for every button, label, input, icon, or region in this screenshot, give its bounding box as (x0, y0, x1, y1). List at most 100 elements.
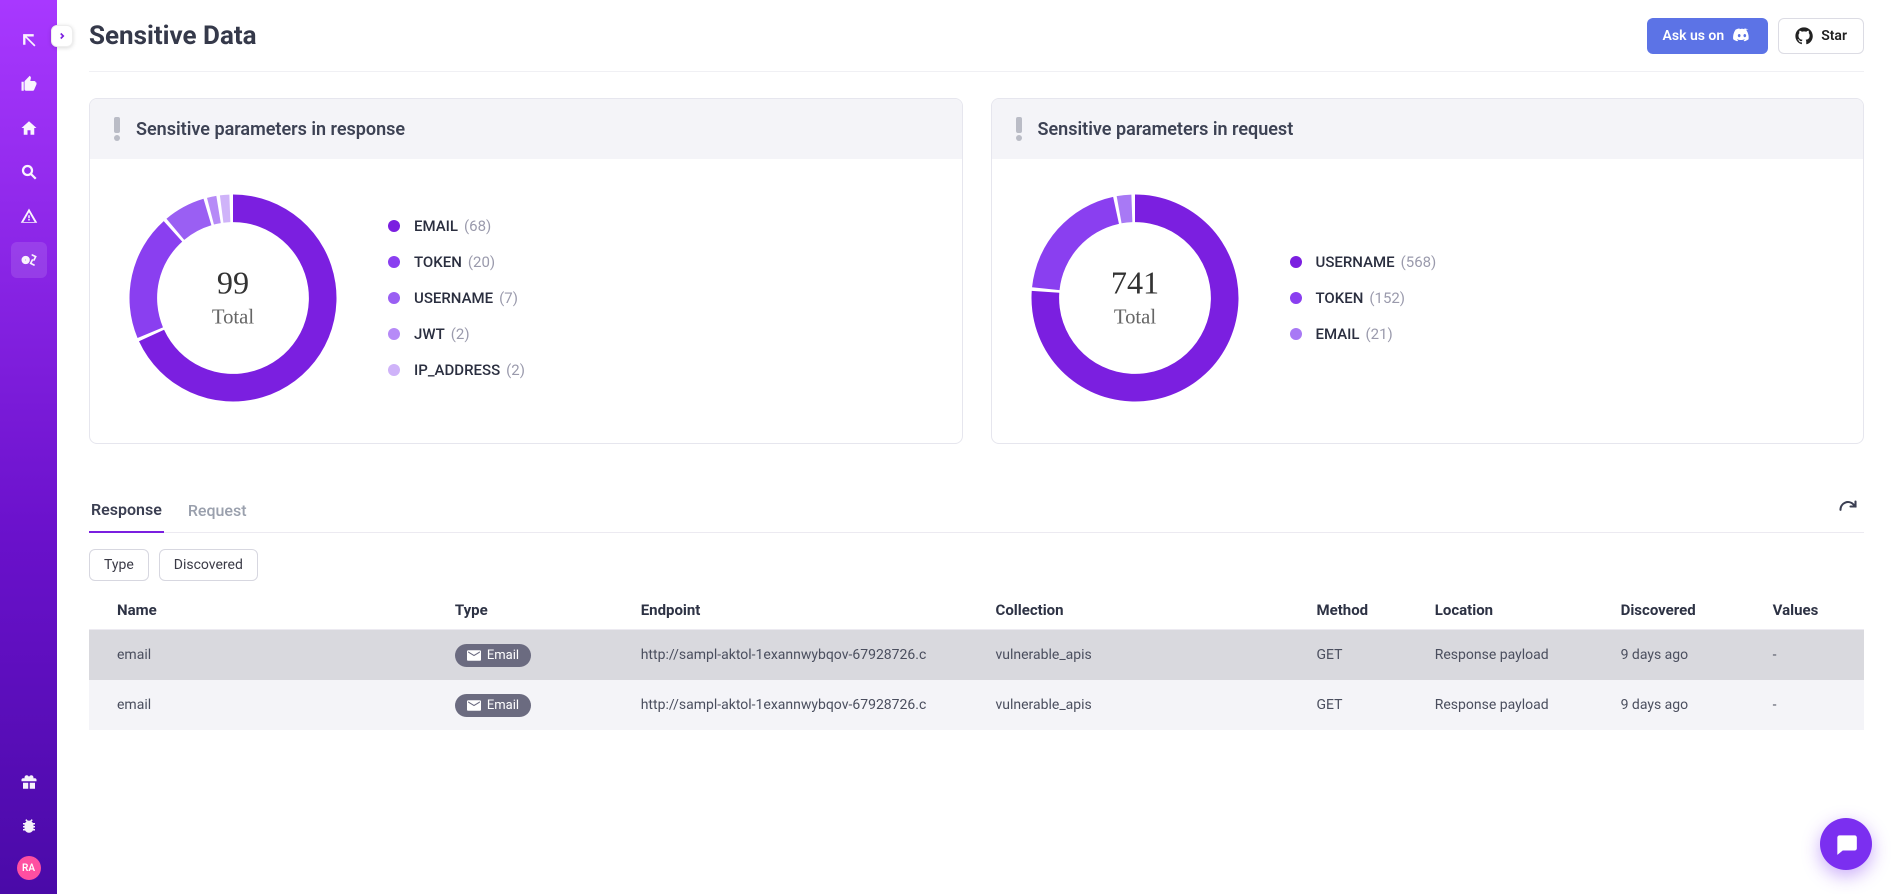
legend-item[interactable]: EMAIL (21) (1290, 325, 1840, 343)
cell-method: GET (1306, 647, 1424, 663)
legend-count: (568) (1401, 253, 1437, 271)
legend-count: (152) (1369, 289, 1405, 307)
tab-request[interactable]: Request (186, 491, 249, 532)
cell-discovered: 9 days ago (1611, 647, 1763, 663)
donut-request-label: Total (1113, 306, 1155, 328)
card-request-title: Sensitive parameters in request (1038, 119, 1294, 140)
legend-count: (21) (1366, 325, 1393, 343)
filter-type[interactable]: Type (89, 549, 149, 581)
col-name[interactable]: Name (107, 601, 445, 619)
legend-name: IP_ADDRESS (414, 361, 500, 379)
legend-dot (388, 292, 400, 304)
col-discovered[interactable]: Discovered (1611, 601, 1763, 619)
legend-dot (388, 256, 400, 268)
legend-count: (2) (451, 325, 470, 343)
cell-values: - (1763, 647, 1864, 663)
cell-location: Response payload (1425, 647, 1611, 663)
donut-response-label: Total (212, 306, 254, 328)
nav-home-icon[interactable] (11, 110, 47, 146)
legend-item[interactable]: EMAIL (68) (388, 217, 938, 235)
legend-dot (388, 328, 400, 340)
legend-name: USERNAME (1316, 253, 1395, 271)
donut-response: 99 Total (118, 183, 348, 413)
legend-name: TOKEN (414, 253, 462, 271)
nav-search-icon[interactable] (11, 154, 47, 190)
github-star-button[interactable]: Star (1778, 18, 1864, 54)
nav-sensitive-icon[interactable] (11, 242, 47, 278)
donut-slice[interactable] (1032, 197, 1119, 290)
legend-item[interactable]: TOKEN (152) (1290, 289, 1840, 307)
col-endpoint[interactable]: Endpoint (631, 601, 986, 619)
nav-bug-icon[interactable] (11, 808, 47, 844)
donut-response-total: 99 (217, 264, 249, 300)
legend-dot (388, 364, 400, 376)
col-location[interactable]: Location (1425, 601, 1611, 619)
nav-alert-icon[interactable] (11, 198, 47, 234)
cell-endpoint: http://sampl-aktol-1exannwybqov-67928726… (631, 647, 986, 663)
legend-dot (1290, 292, 1302, 304)
card-request-params: Sensitive parameters in request 741 Tota… (991, 98, 1865, 444)
discord-icon (1732, 28, 1752, 44)
col-values[interactable]: Values (1763, 601, 1864, 619)
exclamation-icon (1014, 117, 1022, 141)
tabs: Response Request (89, 490, 1864, 533)
page-title: Sensitive Data (89, 21, 257, 51)
donut-request: 741 Total (1020, 183, 1250, 413)
nav-thumbsup-icon[interactable] (11, 66, 47, 102)
user-avatar[interactable]: RA (17, 856, 41, 880)
exclamation-icon (112, 117, 120, 141)
legend-count: (20) (468, 253, 495, 271)
tab-response[interactable]: Response (89, 490, 164, 533)
legend-item[interactable]: IP_ADDRESS (2) (388, 361, 938, 379)
legend-name: EMAIL (1316, 325, 1360, 343)
legend-count: (2) (506, 361, 525, 379)
cell-method: GET (1306, 697, 1424, 713)
cell-location: Response payload (1425, 697, 1611, 713)
donut-slice[interactable] (130, 221, 183, 338)
cell-type: Email (445, 644, 631, 667)
donut-slice[interactable] (220, 195, 230, 223)
main-content: Sensitive Data Ask us on Star Sensitive … (57, 0, 1896, 894)
ask-discord-button[interactable]: Ask us on (1647, 18, 1769, 54)
legend-item[interactable]: TOKEN (20) (388, 253, 938, 271)
legend-name: JWT (414, 325, 445, 343)
mail-icon (467, 700, 481, 711)
table-body: email Email http://sampl-aktol-1exannwyb… (89, 629, 1864, 730)
legend-name: USERNAME (414, 289, 493, 307)
cell-discovered: 9 days ago (1611, 697, 1763, 713)
table-header: NameTypeEndpointCollectionMethodLocation… (89, 587, 1864, 629)
chat-widget-button[interactable] (1820, 818, 1872, 870)
sidebar: RA (0, 0, 57, 894)
legend-name: EMAIL (414, 217, 458, 235)
legend-name: TOKEN (1316, 289, 1364, 307)
table-row[interactable]: email Email http://sampl-aktol-1exannwyb… (89, 680, 1864, 730)
filter-discovered[interactable]: Discovered (159, 549, 258, 581)
cell-type: Email (445, 694, 631, 717)
col-method[interactable]: Method (1306, 601, 1424, 619)
cell-name: email (107, 697, 445, 713)
data-table: NameTypeEndpointCollectionMethodLocation… (89, 587, 1864, 730)
card-response-title: Sensitive parameters in response (136, 119, 405, 140)
legend-dot (1290, 256, 1302, 268)
legend-item[interactable]: JWT (2) (388, 325, 938, 343)
page-header: Sensitive Data Ask us on Star (89, 0, 1864, 72)
filter-bar: Type Discovered (89, 549, 1864, 581)
card-response-params: Sensitive parameters in response 99 Tota… (89, 98, 963, 444)
legend-item[interactable]: USERNAME (7) (388, 289, 938, 307)
legend-count: (7) (499, 289, 518, 307)
refresh-button[interactable] (1832, 493, 1864, 530)
mail-icon (467, 650, 481, 661)
cell-collection: vulnerable_apis (986, 697, 1307, 713)
col-collection[interactable]: Collection (986, 601, 1307, 619)
github-star-label: Star (1821, 28, 1847, 44)
nav-gift-icon[interactable] (11, 764, 47, 800)
legend-dot (388, 220, 400, 232)
table-row[interactable]: email Email http://sampl-aktol-1exannwyb… (89, 630, 1864, 680)
col-type[interactable]: Type (445, 601, 631, 619)
nav-quickstart-icon[interactable] (11, 22, 47, 58)
legend-item[interactable]: USERNAME (568) (1290, 253, 1840, 271)
github-icon (1795, 27, 1813, 45)
legend-count: (68) (464, 217, 491, 235)
donut-slice[interactable] (1116, 195, 1132, 224)
cell-name: email (107, 647, 445, 663)
